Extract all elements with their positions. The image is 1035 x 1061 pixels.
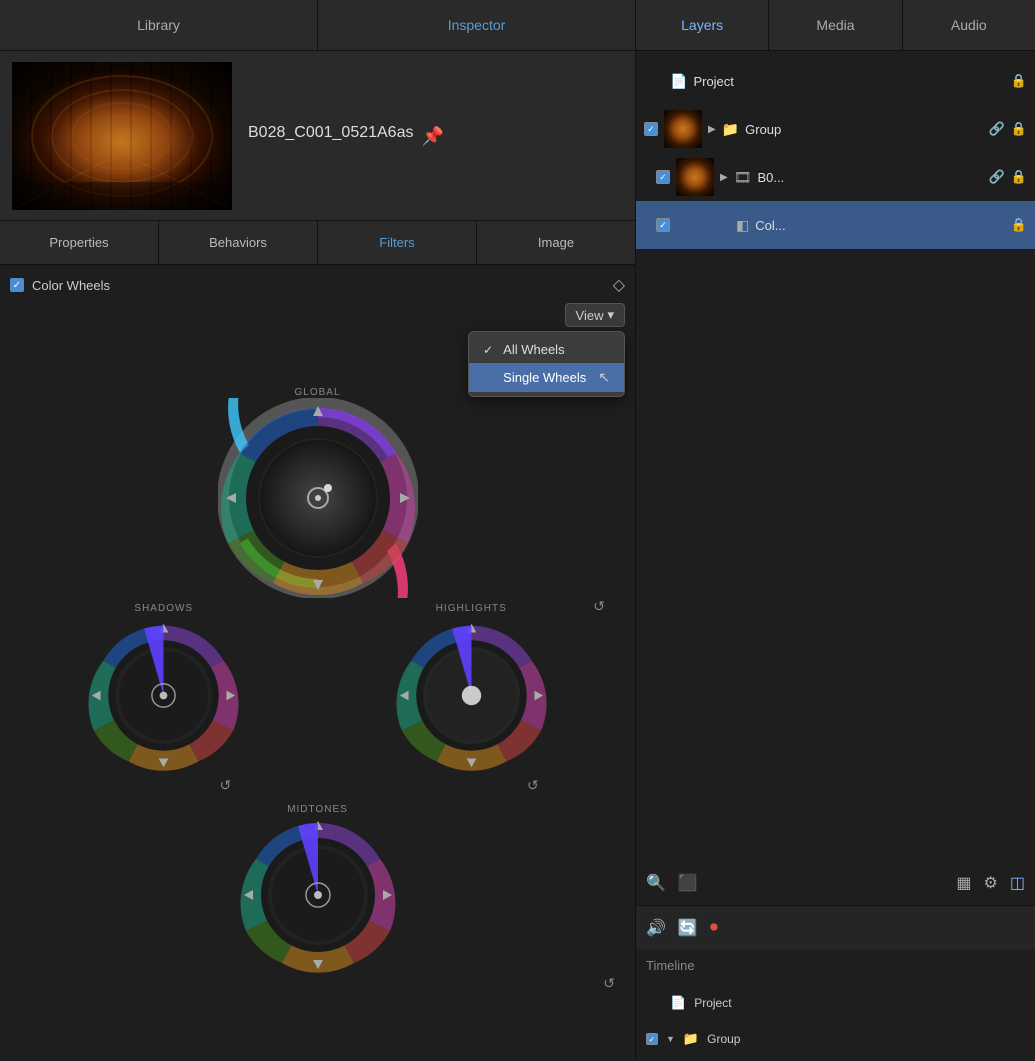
stack-toolbar-icon[interactable]: ◫	[1010, 873, 1025, 893]
timeline-toolbar: 🔊 🔄 ⏺	[636, 906, 1035, 950]
view-dropdown-menu: ✓ All Wheels Single Wheels ↖	[468, 331, 625, 397]
timeline-layers: 📄 Project ✓ ▼ 📁 Group	[636, 981, 1035, 1061]
diamond-icon: ◇	[613, 275, 625, 295]
checkmark-icon: ✓	[483, 343, 495, 357]
col-lock-icon[interactable]: 🔒	[1011, 217, 1027, 233]
tab-layers[interactable]: Layers	[636, 0, 769, 50]
b028-film-icon: 🎞	[734, 169, 752, 186]
color-wheels-panel: ✓ Color Wheels ◇ View ▾ ✓ All Wheels	[0, 265, 635, 1061]
highlights-wheel[interactable]	[394, 618, 549, 773]
tl-project-icon: 📄	[670, 995, 686, 1011]
b028-checkbox[interactable]: ✓	[656, 170, 670, 184]
color-wheels-checkbox[interactable]: ✓	[10, 278, 24, 292]
gear-toolbar-icon[interactable]: ⚙	[984, 873, 998, 893]
tab-filters[interactable]: Filters	[318, 221, 477, 264]
dropdown-item-single-wheels[interactable]: Single Wheels ↖	[469, 363, 624, 392]
b028-thumb	[676, 158, 714, 196]
project-doc-icon: 📄	[670, 73, 687, 90]
loop-icon[interactable]: 🔄	[678, 918, 698, 938]
shadows-label: SHADOWS	[134, 603, 193, 614]
shadows-reset-icon[interactable]: ↺	[220, 777, 232, 794]
midtones-wheel[interactable]	[238, 815, 398, 975]
pin-icon[interactable]: 📌	[421, 126, 443, 147]
dropdown-item-all-wheels[interactable]: ✓ All Wheels	[469, 336, 624, 363]
preview-area: B028_C001_0521A6as 📌	[0, 51, 635, 221]
top-tab-bar: Library Inspector Layers Media Audio	[0, 0, 1035, 51]
color-wheels-header: ✓ Color Wheels ◇	[10, 275, 625, 295]
layer-b028-name: B0...	[757, 170, 982, 185]
tl-group-icon: 📁	[683, 1031, 699, 1047]
timeline-label: Timeline	[636, 950, 1035, 981]
global-wheel[interactable]	[218, 398, 418, 598]
group-checkbox[interactable]: ✓	[644, 122, 658, 136]
group-link-icon[interactable]: 🔗	[989, 121, 1005, 137]
midtones-reset-icon[interactable]: ↺	[603, 975, 615, 992]
tl-group-name: Group	[707, 1032, 740, 1046]
col-checkbox[interactable]: ✓	[656, 218, 670, 232]
tab-media[interactable]: Media	[769, 0, 902, 50]
layer-row-b028[interactable]: ✓ ▶ 🎞 B0... 🔗 🔒	[636, 153, 1035, 201]
midtones-label: MIDTONES	[287, 804, 348, 815]
layers-list: 📄 Project 🔒 ✓ ▶ 📁 Group 🔗 🔒 ✓	[636, 51, 1035, 861]
layer-project-name: Project	[693, 74, 1004, 89]
main-content: B028_C001_0521A6as 📌 Properties Behavior…	[0, 51, 1035, 1061]
speaker-icon[interactable]: 🔊	[646, 918, 666, 938]
view-dropdown-container: View ▾ ✓ All Wheels Single Wheels ↖	[10, 303, 625, 327]
timeline-row-project[interactable]: 📄 Project	[636, 985, 1035, 1021]
layer-col-name: Col...	[755, 218, 1005, 233]
b028-expand-icon[interactable]: ▶	[720, 172, 728, 183]
record-icon[interactable]: ⏺	[710, 919, 718, 937]
global-reset-icon[interactable]: ↺	[593, 598, 605, 615]
color-wheels-title-text: Color Wheels	[32, 278, 110, 293]
timeline-row-group[interactable]: ✓ ▼ 📁 Group	[636, 1021, 1035, 1057]
project-lock-icon[interactable]: 🔒	[1011, 73, 1027, 89]
cursor-icon: ↖	[598, 369, 610, 386]
tab-library[interactable]: Library	[0, 0, 318, 50]
layer-row-group[interactable]: ✓ ▶ 📁 Group 🔗 🔒	[636, 105, 1035, 153]
tab-audio[interactable]: Audio	[903, 0, 1035, 50]
b028-link-icon[interactable]: 🔗	[989, 169, 1005, 185]
tl-project-name: Project	[694, 996, 731, 1010]
group-lock-icon[interactable]: 🔒	[1011, 121, 1027, 137]
group-thumb	[664, 110, 702, 148]
global-label: GLOBAL	[294, 387, 340, 398]
preview-title-text: B028_C001_0521A6as	[248, 124, 413, 142]
group-expand-icon[interactable]: ▶	[708, 124, 716, 135]
highlights-label: HIGHLIGHTS	[436, 603, 507, 614]
right-panel: 📄 Project 🔒 ✓ ▶ 📁 Group 🔗 🔒 ✓	[636, 51, 1035, 1061]
col-filter-icon: ◧	[736, 217, 749, 234]
layer-row-project[interactable]: 📄 Project 🔒	[636, 57, 1035, 105]
tl-group-expand[interactable]: ▼	[666, 1034, 675, 1044]
tab-behaviors[interactable]: Behaviors	[159, 221, 318, 264]
rect-toolbar-icon[interactable]: ⬛	[678, 873, 698, 893]
search-toolbar-icon[interactable]: 🔍	[646, 873, 666, 893]
preview-thumbnail	[12, 62, 232, 210]
sub-tabs: Properties Behaviors Filters Image	[0, 221, 635, 265]
layer-group-name: Group	[745, 122, 982, 137]
b028-lock-icon[interactable]: 🔒	[1011, 169, 1027, 185]
grid-toolbar-icon[interactable]: ▦	[956, 873, 971, 893]
group-folder-icon: 📁	[722, 121, 739, 138]
tl-group-checkbox[interactable]: ✓	[646, 1033, 658, 1045]
view-dropdown-button[interactable]: View ▾	[565, 303, 625, 327]
tab-image[interactable]: Image	[477, 221, 635, 264]
tab-properties[interactable]: Properties	[0, 221, 159, 264]
left-panel: B028_C001_0521A6as 📌 Properties Behavior…	[0, 51, 636, 1061]
highlights-reset-icon[interactable]: ↺	[527, 777, 539, 794]
shadows-wheel[interactable]	[86, 618, 241, 773]
layer-row-col[interactable]: ✓ ◧ Col... 🔒	[636, 201, 1035, 249]
tab-inspector[interactable]: Inspector	[318, 0, 635, 50]
layers-toolbar: 🔍 ⬛ ▦ ⚙ ◫	[636, 861, 1035, 905]
timeline-section: 🔊 🔄 ⏺ Timeline 📄 Project ✓ ▼ 📁 Group	[636, 905, 1035, 1061]
chevron-down-icon: ▾	[607, 307, 614, 323]
